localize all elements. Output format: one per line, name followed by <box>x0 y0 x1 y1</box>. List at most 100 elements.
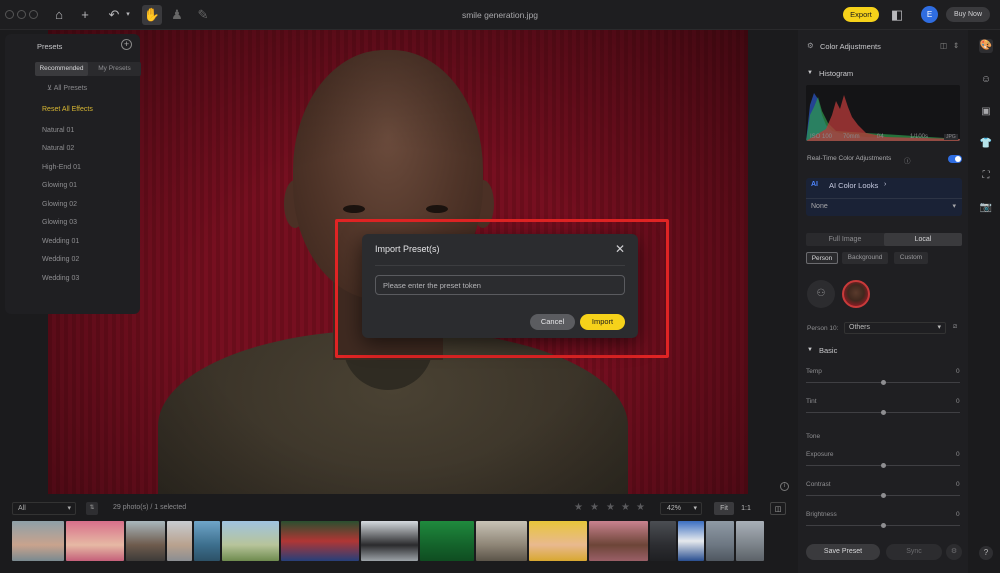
slider-label-exposure: Exposure <box>806 451 834 458</box>
preset-item[interactable]: Wedding 02 <box>42 256 79 263</box>
zoom-value: 42% <box>667 505 682 512</box>
slider-label-temp: Temp <box>806 368 822 375</box>
import-presets-dialog: Import Preset(s) ✕ Cancel Import <box>362 234 638 338</box>
tint-slider-knob[interactable] <box>881 410 886 415</box>
preset-item[interactable]: Glowing 01 <box>42 182 77 189</box>
contrast-slider-knob[interactable] <box>881 493 886 498</box>
exif-aperture: f/4 <box>877 134 884 140</box>
collapse-chevron-icon[interactable]: ▼ <box>807 70 813 76</box>
chip-custom[interactable]: Custom <box>894 252 928 264</box>
one-to-one-button[interactable]: 1:1 <box>736 502 756 515</box>
thumbnail[interactable] <box>678 521 704 561</box>
thumbnail[interactable] <box>281 521 359 561</box>
dialog-title: Import Preset(s) <box>375 244 440 254</box>
presets-filter[interactable]: ⊻ All Presets <box>47 84 87 92</box>
compare-icon[interactable]: ◧ <box>889 7 905 23</box>
tab-local[interactable]: Local <box>884 233 962 246</box>
preset-item[interactable]: Natural 02 <box>42 145 74 152</box>
thumbnail[interactable] <box>194 521 220 561</box>
zoom-select[interactable]: 42% ▾ <box>660 502 702 515</box>
close-icon[interactable]: ✕ <box>615 242 625 256</box>
cancel-button[interactable]: Cancel <box>530 314 575 330</box>
help-icon[interactable]: ? <box>979 546 993 560</box>
thumbnail[interactable] <box>529 521 587 561</box>
thumbnail[interactable] <box>706 521 734 561</box>
color-adjustments-panel: ⚙ Color Adjustments ◫ ⇕ ▼ Histogram ISO … <box>798 30 968 573</box>
slider-label-tint: Tint <box>806 398 817 405</box>
reset-all-effects[interactable]: Reset All Effects <box>42 106 93 113</box>
face-retouch-icon[interactable]: ☺ <box>979 73 993 87</box>
panel-layout-icon[interactable]: ◫ <box>940 41 947 50</box>
rating-star-icon[interactable]: ★ <box>636 502 645 513</box>
preset-item[interactable]: High-End 01 <box>42 164 81 171</box>
buy-now-button[interactable]: Buy Now <box>946 7 990 22</box>
fit-button[interactable]: Fit <box>714 502 734 515</box>
filmstrip-toolbar: All ▾ ⇅ 29 photo(s) / 1 selected ★ ★ ★ ★… <box>0 499 795 517</box>
export-button[interactable]: Export <box>843 7 879 22</box>
temp-slider-knob[interactable] <box>881 380 886 385</box>
background-icon[interactable]: ▣ <box>979 105 993 119</box>
color-palette-icon[interactable]: 🎨 <box>979 39 993 53</box>
thumbnail[interactable] <box>167 521 192 561</box>
thumbnail[interactable] <box>126 521 165 561</box>
chip-person[interactable]: Person <box>806 252 838 264</box>
tab-my-presets[interactable]: My Presets <box>88 62 141 76</box>
camera-icon[interactable]: 📷 <box>979 201 993 215</box>
thumbnail[interactable] <box>420 521 474 561</box>
thumbnail[interactable] <box>589 521 648 561</box>
chevron-down-icon: ▾ <box>937 324 941 331</box>
tab-recommended[interactable]: Recommended <box>35 62 88 76</box>
filmstrip-filter-select[interactable]: All ▾ <box>12 502 76 515</box>
brightness-slider-knob[interactable] <box>881 523 886 528</box>
preset-item[interactable]: Natural 01 <box>42 127 74 134</box>
compare-view-icon[interactable]: ◫ <box>770 502 786 515</box>
slider-label-brightness: Brightness <box>806 511 837 518</box>
preset-item[interactable]: Glowing 02 <box>42 201 77 208</box>
sort-icon[interactable]: ⇅ <box>86 502 98 515</box>
tab-full-image[interactable]: Full Image <box>806 233 884 246</box>
thumbnail[interactable] <box>66 521 124 561</box>
preset-item[interactable]: Wedding 03 <box>42 275 79 282</box>
crop-icon[interactable]: ⛶ <box>979 169 993 183</box>
save-preset-button[interactable]: Save Preset <box>806 544 880 560</box>
exposure-slider-knob[interactable] <box>881 463 886 468</box>
thumbnail[interactable] <box>361 521 418 561</box>
thumbnail[interactable] <box>476 521 527 561</box>
add-preset-icon[interactable]: + <box>121 39 132 50</box>
thumbnail[interactable] <box>650 521 676 561</box>
preset-item[interactable]: Glowing 03 <box>42 219 77 226</box>
user-avatar[interactable]: E <box>921 6 938 23</box>
collapse-chevron-icon[interactable]: ▼ <box>807 347 813 353</box>
mask-edit-icon[interactable]: ⧄ <box>953 323 957 331</box>
tone-label: Tone <box>806 433 821 440</box>
preset-token-input[interactable] <box>375 275 625 295</box>
chevron-right-icon: › <box>884 181 887 188</box>
slider-value-tint: 0 <box>956 398 960 405</box>
thumbnail[interactable] <box>736 521 764 561</box>
photo-count: 29 photo(s) / 1 selected <box>113 504 187 511</box>
exif-shutter: 1/100s <box>910 134 929 140</box>
sync-button[interactable]: Sync <box>886 544 942 560</box>
presets-tabs: Recommended My Presets <box>35 62 141 76</box>
panel-expand-icon[interactable]: ⇕ <box>953 41 959 50</box>
realtime-toggle[interactable] <box>948 155 962 163</box>
info-icon[interactable]: i <box>780 482 789 491</box>
preset-item[interactable]: Wedding 01 <box>42 238 79 245</box>
chevron-down-icon: ▾ <box>693 505 697 512</box>
person-select[interactable]: Others ▾ <box>844 322 946 334</box>
clothing-icon[interactable]: 👕 <box>979 137 993 151</box>
rating-star-icon[interactable]: ★ <box>574 502 583 513</box>
thumbnail[interactable] <box>222 521 279 561</box>
adjustments-icon: ⚙ <box>807 41 814 50</box>
chip-background[interactable]: Background <box>842 252 888 264</box>
help-circle-icon[interactable]: ⓘ <box>904 155 911 165</box>
rating-star-icon[interactable]: ★ <box>606 502 615 513</box>
rating-star-icon[interactable]: ★ <box>590 502 599 513</box>
ai-looks-select[interactable]: None ▾ <box>806 198 962 214</box>
person-face-thumbnail[interactable] <box>842 280 870 308</box>
import-button[interactable]: Import <box>580 314 625 330</box>
sync-settings-icon[interactable]: ⚙ <box>946 544 962 560</box>
rating-star-icon[interactable]: ★ <box>621 502 630 513</box>
thumbnail[interactable] <box>12 521 64 561</box>
group-person-icon[interactable]: ⚇ <box>807 280 835 308</box>
